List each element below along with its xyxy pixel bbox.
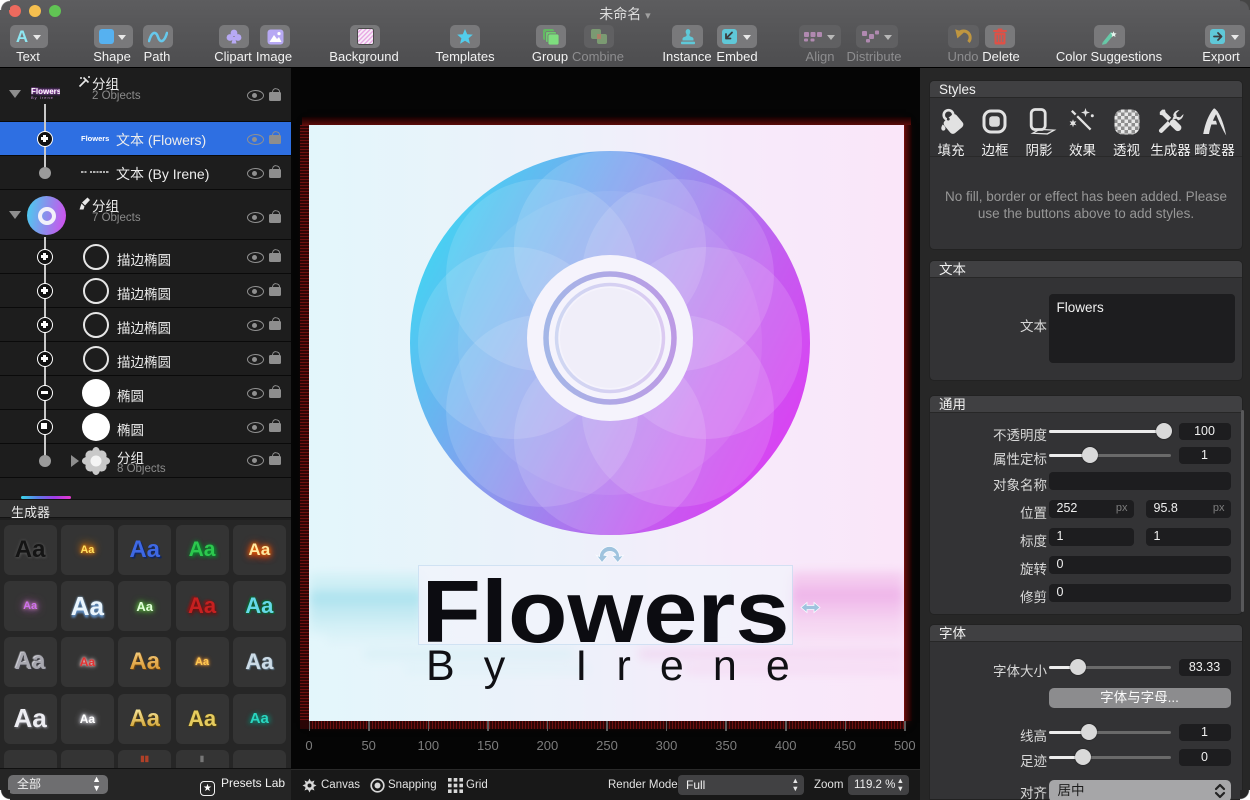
svg-text:A: A xyxy=(16,28,28,45)
